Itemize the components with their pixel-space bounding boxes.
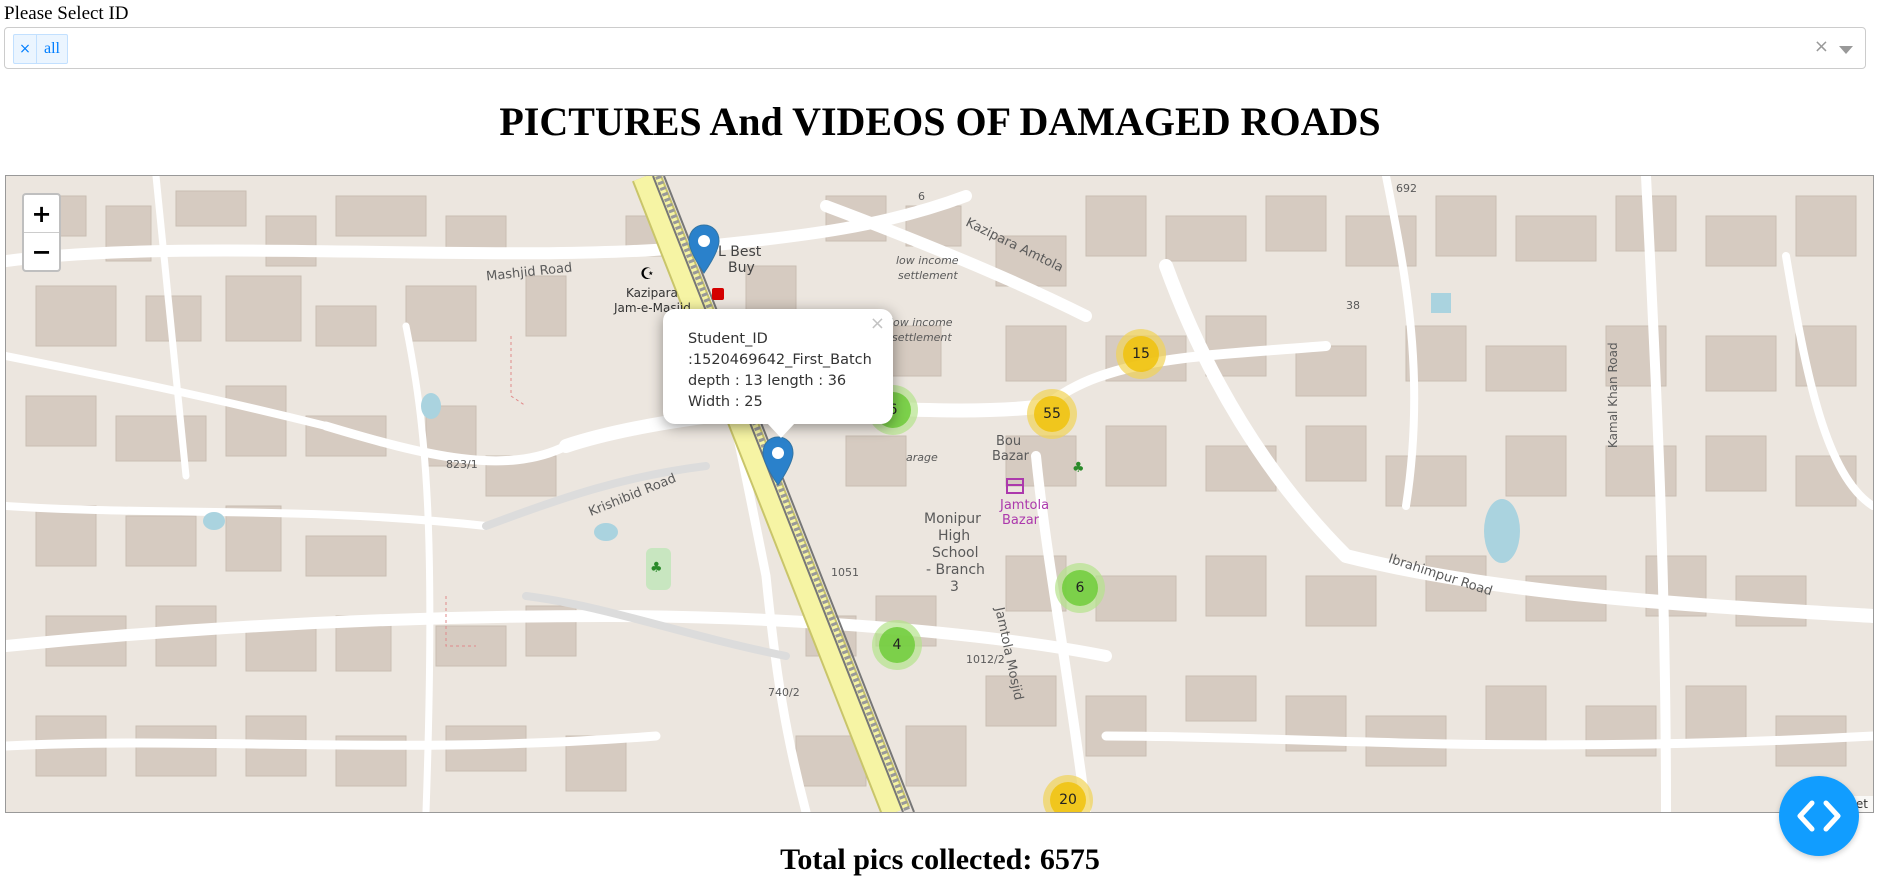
tag-label: all (44, 40, 60, 57)
map-label-692: 692 (1396, 182, 1417, 195)
cluster-count: 55 (1034, 396, 1070, 432)
popup-tip (767, 423, 795, 438)
cluster-count: 15 (1123, 336, 1159, 372)
map-container[interactable]: Mashjid Road Kazipara Amtola Krishibid R… (5, 175, 1874, 813)
popup-line: Student_ID (688, 331, 768, 347)
marker-popup: × Student_ID :1520469642_First_Batch dep… (663, 309, 893, 438)
id-multiselect[interactable]: × all × (4, 27, 1866, 69)
map-label-low-income-4: settlement (892, 331, 952, 344)
cluster-count: 4 (879, 627, 915, 663)
map-label-823: 823/1 (446, 458, 478, 471)
map-label-low-income-1: low income (896, 254, 959, 267)
cluster-count: 6 (1062, 570, 1098, 606)
popup-line: depth : 13 length : 36 (688, 373, 847, 389)
map-label-740: 740/2 (768, 686, 800, 699)
map-label-38: 38 (1346, 299, 1360, 312)
dropdown-arrow-icon[interactable] (1839, 46, 1853, 54)
zoom-in-button[interactable]: + (24, 195, 59, 232)
map-label-monipur-3: School (932, 545, 979, 561)
mosque-icon: ☪ (640, 264, 655, 283)
code-brackets-icon (1797, 800, 1841, 832)
marker-cluster[interactable]: 6 (1055, 563, 1105, 613)
map-label-garage: arage (906, 451, 938, 464)
select-id-label: Please Select ID (4, 3, 129, 24)
map-marker-icon[interactable] (761, 436, 795, 486)
map-label-1012: 1012/2 (966, 653, 1005, 666)
map-label-low-income-3: low income (890, 316, 953, 329)
map-label-jamtola-2: Bazar (1002, 513, 1040, 528)
marker-cluster[interactable]: 15 (1116, 329, 1166, 379)
popup-close-button[interactable]: × (870, 313, 885, 334)
popup-line: Width : 25 (688, 394, 763, 410)
map-label-bou-2: Bazar (992, 449, 1030, 464)
map-label-monipur-2: High (938, 528, 971, 544)
map-label-best-buy-1: L Best (718, 244, 762, 260)
marker-cluster[interactable]: 55 (1027, 389, 1077, 439)
tag-remove-icon[interactable]: × (14, 35, 37, 63)
clear-selection-icon[interactable]: × (1814, 36, 1829, 57)
page-title: PICTURES And VIDEOS OF DAMAGED ROADS (499, 99, 1381, 144)
map-label-monipur-5: 3 (950, 579, 959, 595)
map-label-kamal-khan-road: Kamal Khan Road (1606, 342, 1620, 448)
zoom-control: + − (22, 193, 61, 272)
park-icon: ♣ (1072, 460, 1085, 476)
code-toggle-button[interactable] (1779, 776, 1859, 856)
map-label-1051: 1051 (831, 566, 859, 579)
map-label-kazipara-1: Kazipara (626, 286, 678, 300)
map-marker-icon[interactable] (687, 224, 721, 274)
total-pics-collected: Total pics collected: 6575 (780, 843, 1100, 876)
market-icon (1006, 478, 1024, 494)
park-icon: ♣ (650, 560, 663, 576)
map-label-low-income-2: settlement (898, 269, 958, 282)
selected-tag-all: × all (13, 34, 68, 64)
zoom-out-button[interactable]: − (24, 232, 59, 270)
map-label-best-buy-2: Buy (728, 260, 755, 276)
map-label-bou-1: Bou (996, 434, 1022, 449)
map-label-monipur-4: - Branch (926, 562, 985, 578)
pharmacy-icon (712, 288, 724, 300)
map-label-6: 6 (918, 190, 925, 203)
popup-line: :1520469642_First_Batch (688, 352, 872, 368)
map-label-monipur-1: Monipur (924, 511, 981, 527)
marker-cluster[interactable]: 4 (872, 620, 922, 670)
map-label-jamtola-1: Jamtola (1000, 498, 1050, 513)
cluster-count: 20 (1050, 782, 1086, 812)
popup-content: Student_ID :1520469642_First_Batch depth… (688, 329, 872, 413)
